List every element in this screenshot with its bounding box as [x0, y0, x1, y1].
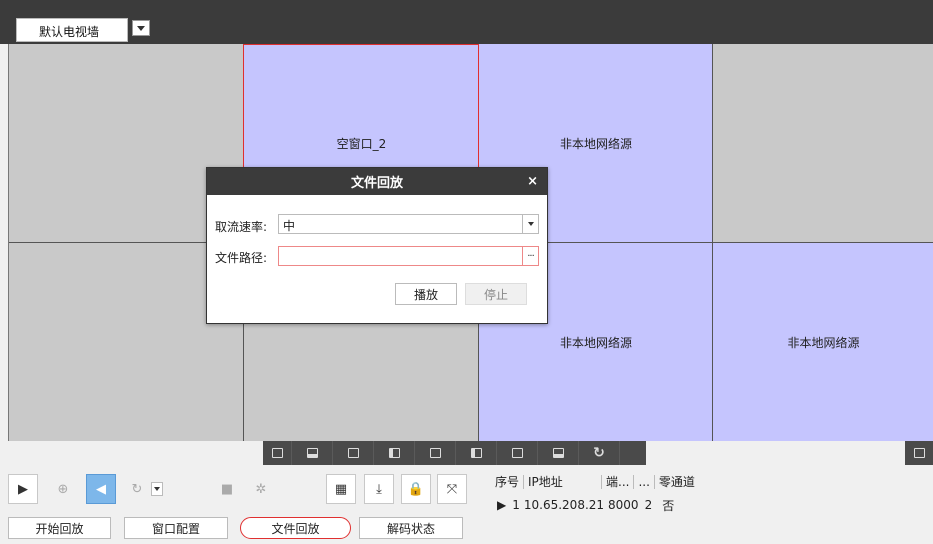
column-header[interactable]: 序号: [493, 475, 523, 489]
tv-wall-dropdown-button[interactable]: [132, 20, 150, 36]
expand-icon[interactable]: ▶: [497, 498, 512, 512]
rate-select[interactable]: 中: [278, 214, 539, 234]
start-playback-button[interactable]: 开始回放: [8, 517, 111, 539]
wall-toolbar: ↻: [0, 441, 933, 465]
play-button[interactable]: 播放: [395, 283, 457, 305]
rotate-dropdown[interactable]: [151, 482, 163, 496]
row-port: 8000: [608, 498, 639, 512]
download-button[interactable]: ⤓: [364, 474, 394, 504]
capture-icon: ▦: [334, 481, 348, 497]
rate-value: 中: [283, 219, 296, 233]
top-bar: 默认电视墙: [0, 0, 933, 44]
cell-label: 非本地网络源: [787, 335, 860, 350]
file-path-input[interactable]: ···: [278, 246, 539, 266]
split-button[interactable]: [456, 441, 497, 465]
clear-icon: [552, 448, 564, 458]
window-icon: [388, 448, 400, 458]
row-zero-channel: 否: [662, 498, 675, 513]
screen-icon: [306, 448, 318, 458]
record-icon: ■: [220, 481, 234, 497]
window-config-button[interactable]: 窗口配置: [124, 517, 228, 539]
browse-button[interactable]: ···: [522, 247, 538, 265]
layout-3-button[interactable]: [333, 441, 374, 465]
layout-1-button[interactable]: [263, 441, 292, 465]
column-header[interactable]: ...: [633, 475, 653, 489]
row-ip: 10.65.208.21: [523, 498, 605, 512]
file-playback-dialog: 文件回放 × 取流速率: 中 文件路径: ··· 播放 停止: [206, 167, 548, 324]
merge-button[interactable]: [497, 441, 538, 465]
rate-label: 取流速率:: [215, 220, 268, 234]
window-icon: [271, 448, 283, 458]
capture-button[interactable]: ▦: [326, 474, 356, 504]
download-icon: ⤓: [376, 481, 382, 497]
layout-5-button[interactable]: [415, 441, 456, 465]
window-icon: [913, 448, 925, 458]
table-header: 序号 IP地址 端... ... 零通道: [493, 473, 933, 491]
chevron-down-icon: [154, 487, 160, 491]
fullscreen-button[interactable]: ⤧: [437, 474, 467, 504]
volume-button[interactable]: ◀: [86, 474, 116, 504]
rate-dropdown-button[interactable]: [522, 215, 538, 233]
gear-icon: ✲: [255, 481, 267, 497]
row-channel: 2: [644, 498, 653, 512]
cell-label: 非本地网络源: [559, 137, 632, 151]
fullscreen-icon: ⤧: [446, 481, 458, 497]
play-button[interactable]: ▶: [8, 474, 38, 504]
layout-2-button[interactable]: [292, 441, 333, 465]
window-icon: [429, 448, 441, 458]
table-row[interactable]: ▶ 1 10.65.208.21 8000 2 否: [493, 495, 933, 515]
merge-icon: [511, 448, 523, 458]
record-button[interactable]: ■: [212, 474, 242, 504]
lock-icon: 🔒: [407, 481, 425, 497]
device-table: 序号 IP地址 端... ... 零通道 ▶ 1 10.65.208.21 80…: [493, 473, 933, 515]
zoom-in-icon: ⊕: [57, 481, 69, 497]
lock-button[interactable]: 🔒: [401, 474, 431, 504]
volume-icon: ◀: [96, 481, 106, 497]
play-icon: ▶: [18, 481, 28, 497]
cell-label: 非本地网络源: [559, 335, 632, 350]
decode-status-button[interactable]: 解码状态: [359, 517, 463, 539]
window-icon: [347, 448, 359, 458]
rotate-icon: ↻: [131, 481, 143, 497]
wall-cell-8[interactable]: 非本地网络源: [713, 243, 933, 441]
cell-label: 空窗口_2: [336, 137, 387, 151]
chevron-down-icon: [527, 222, 534, 226]
close-icon[interactable]: ×: [527, 174, 538, 189]
column-header[interactable]: IP地址: [523, 475, 601, 489]
dialog-title: 文件回放: [350, 176, 403, 191]
rotate-button[interactable]: ↻: [122, 474, 152, 504]
split-icon: [470, 448, 482, 458]
wall-toolbar-strip: ↻: [263, 441, 646, 465]
clear-button[interactable]: [538, 441, 579, 465]
tv-wall-select[interactable]: 默认电视墙: [16, 18, 128, 42]
row-index: 1: [512, 498, 520, 512]
refresh-button[interactable]: ↻: [579, 441, 620, 465]
dialog-title-bar: 文件回放 ×: [207, 168, 547, 195]
settings-button[interactable]: ✲: [246, 474, 276, 504]
zoom-button[interactable]: ⊕: [48, 474, 78, 504]
layout-4-button[interactable]: [374, 441, 415, 465]
file-playback-button[interactable]: 文件回放: [240, 517, 351, 539]
wall-cell-4[interactable]: [713, 44, 933, 243]
stop-button[interactable]: 停止: [465, 283, 527, 305]
refresh-icon: ↻: [593, 445, 605, 461]
chevron-down-icon: [137, 25, 145, 31]
path-label: 文件路径:: [215, 251, 268, 265]
column-header[interactable]: 端...: [601, 475, 633, 489]
column-header[interactable]: 零通道: [653, 475, 699, 489]
toolbar-right-button[interactable]: [905, 441, 933, 465]
